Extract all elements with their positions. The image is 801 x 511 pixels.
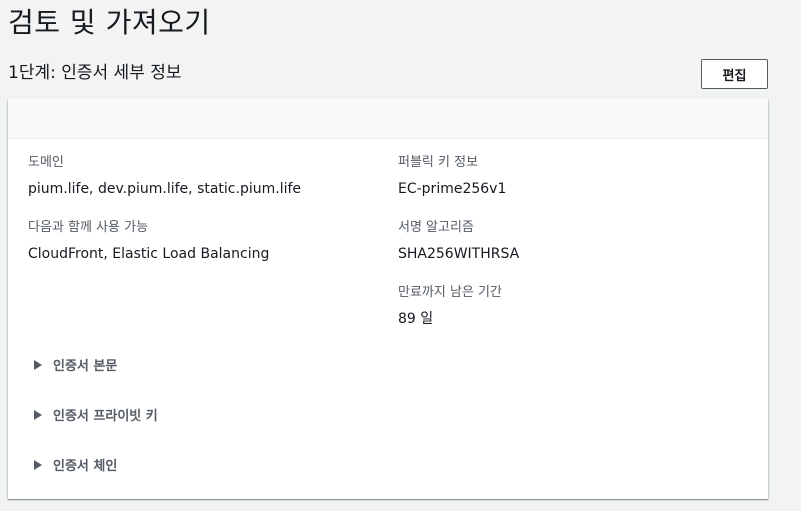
expiry-value: 89 일	[398, 311, 434, 327]
usable-with-value: CloudFront, Elastic Load Balancing	[28, 246, 270, 262]
caret-right-icon	[34, 409, 42, 420]
step-title: 1단계: 인증서 세부 정보	[8, 63, 182, 83]
caret-right-icon	[34, 359, 42, 370]
signature-algorithm-label: 서명 알고리즘	[398, 220, 474, 235]
public-key-label: 퍼블릭 키 정보	[398, 155, 479, 170]
expander-certificate-body[interactable]: 인증서 본문	[34, 355, 117, 374]
signature-algorithm-value: SHA256WITHRSA	[398, 246, 520, 262]
expander-label: 인증서 본문	[53, 359, 118, 374]
expiry-label: 만료까지 남은 기간	[398, 285, 502, 300]
caret-right-icon	[34, 459, 42, 470]
expander-certificate-chain[interactable]: 인증서 체인	[34, 455, 117, 474]
domain-value: pium.life, dev.pium.life, static.pium.li…	[28, 181, 302, 197]
expander-label: 인증서 프라이빗 키	[53, 409, 158, 424]
usable-with-label: 다음과 함께 사용 가능	[28, 220, 149, 235]
details-panel: 도메인 pium.life, dev.pium.life, static.piu…	[8, 99, 768, 499]
edit-button[interactable]: 편집	[701, 59, 768, 89]
expander-label: 인증서 체인	[53, 459, 118, 474]
page-title: 검토 및 가져오기	[8, 6, 211, 39]
domain-label: 도메인	[28, 155, 64, 170]
expander-certificate-private-key[interactable]: 인증서 프라이빗 키	[34, 405, 158, 424]
public-key-value: EC-prime256v1	[398, 181, 507, 197]
panel-header	[8, 99, 768, 139]
